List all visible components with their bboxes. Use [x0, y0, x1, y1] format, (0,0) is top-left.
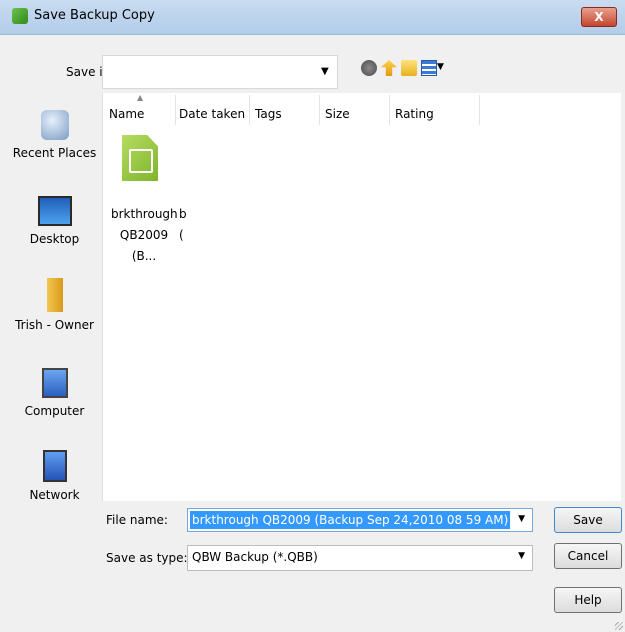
- file-name-field[interactable]: brkthrough QB2009 (Backup Sep 24,2010 08…: [187, 508, 533, 532]
- file-name-value: brkthrough QB2009 (Backup Sep 24,2010 08…: [190, 511, 511, 529]
- save-as-type-dropdown[interactable]: QBW Backup (*.QBB) ▼: [187, 545, 533, 571]
- file-list[interactable]: ▲ Name Date taken Tags Size Rating brkth…: [102, 93, 621, 501]
- sort-ascending-icon: ▲: [137, 93, 144, 102]
- column-divider[interactable]: [249, 95, 250, 125]
- save-button[interactable]: Save: [554, 507, 622, 533]
- place-label: Computer: [24, 404, 85, 418]
- desktop-icon: [37, 196, 72, 226]
- column-header-rating[interactable]: Rating: [395, 107, 434, 121]
- computer-icon: [41, 368, 68, 398]
- place-computer[interactable]: Computer: [8, 368, 101, 418]
- column-divider[interactable]: [389, 95, 390, 125]
- cancel-button[interactable]: Cancel: [554, 543, 622, 569]
- column-divider[interactable]: [175, 95, 176, 125]
- place-label: Network: [29, 488, 80, 502]
- place-label: Trish - Owner: [15, 318, 94, 332]
- qbb-file-icon: [122, 135, 158, 181]
- place-recent-places[interactable]: Recent Places: [8, 110, 101, 160]
- chevron-down-icon[interactable]: ▼: [518, 514, 525, 524]
- place-label: Recent Places: [12, 146, 97, 160]
- place-label: Desktop: [29, 232, 80, 246]
- column-divider[interactable]: [319, 95, 320, 125]
- places-bar: Recent Places Desktop Trish - Owner Comp…: [8, 92, 101, 622]
- back-icon[interactable]: [361, 60, 377, 76]
- place-trish-owner[interactable]: Trish - Owner: [8, 278, 101, 332]
- window-title: Save Backup Copy: [34, 8, 155, 23]
- resize-grip-icon[interactable]: [615, 622, 623, 630]
- file-name-label: brkthrough QB2009 (B...: [111, 207, 178, 263]
- column-header-tags[interactable]: Tags: [255, 107, 282, 121]
- close-button[interactable]: X: [581, 7, 617, 27]
- recent-places-icon: [40, 110, 69, 140]
- help-button[interactable]: Help: [554, 587, 622, 613]
- new-folder-icon[interactable]: [401, 60, 417, 76]
- column-header-date-taken[interactable]: Date taken: [179, 107, 245, 121]
- chevron-down-icon[interactable]: ▼: [518, 551, 525, 561]
- user-folder-icon: [46, 278, 63, 312]
- save-in-dropdown[interactable]: [102, 55, 338, 89]
- file-name-label: File name:: [106, 513, 168, 527]
- network-icon: [42, 450, 67, 482]
- column-header-name[interactable]: Name: [109, 107, 144, 121]
- place-desktop[interactable]: Desktop: [8, 196, 101, 246]
- up-folder-icon[interactable]: [381, 60, 397, 76]
- views-icon[interactable]: [421, 60, 437, 76]
- chevron-down-icon[interactable]: ▼: [321, 66, 329, 77]
- title-bar: Save Backup Copy X: [0, 0, 625, 35]
- column-header-size[interactable]: Size: [325, 107, 350, 121]
- file-date-truncated: b (: [179, 207, 187, 242]
- quickbooks-app-icon: [12, 8, 28, 24]
- views-dropdown-icon[interactable]: ▼: [437, 62, 444, 72]
- column-divider[interactable]: [479, 95, 480, 125]
- save-backup-dialog: Save Backup Copy X Save in: ▼ ▼ Recent P…: [0, 0, 625, 632]
- save-as-type-value: QBW Backup (*.QBB): [192, 550, 318, 564]
- save-as-type-label: Save as type:: [106, 551, 188, 565]
- place-network[interactable]: Network: [8, 450, 101, 502]
